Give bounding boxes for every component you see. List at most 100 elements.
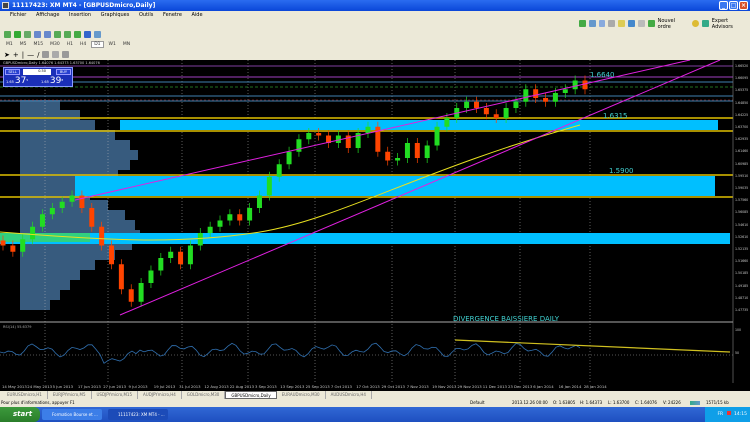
shapes-icon[interactable] [62, 51, 70, 58]
chart-tab[interactable]: EURUSDmicro,H1 [2, 391, 48, 399]
profiles-icon[interactable] [588, 20, 596, 27]
menu-affichage[interactable]: Affichage [36, 12, 60, 18]
language-indicator[interactable]: FR [717, 412, 723, 417]
price-axis[interactable]: 1.66520 1.66095 1.65375 1.64850 1.64225 1.637… [733, 60, 750, 384]
tester-icon[interactable] [628, 20, 635, 27]
task-mt4[interactable]: 11117423: XM MT4 - ... [108, 409, 168, 420]
new-order-icon [647, 20, 655, 27]
metaeditor-icon[interactable] [692, 20, 699, 27]
close-button[interactable]: × [739, 1, 748, 10]
volume-profile-bar [20, 290, 60, 300]
chart-tab[interactable]: AUDUSDmicro,H4 [326, 391, 372, 399]
chart-window[interactable]: GBPUSDmicro,Daily 1.64076 1.64373 1.6370… [0, 60, 750, 384]
options-icon[interactable] [637, 20, 645, 27]
menu-graphiques[interactable]: Graphiques [101, 12, 130, 18]
cursor-icon[interactable]: ➤ [4, 51, 10, 59]
tf-m5[interactable]: M5 [18, 42, 29, 47]
connection-icon [690, 401, 700, 405]
line-chart-icon[interactable] [24, 31, 31, 38]
candle-chart-icon[interactable] [14, 31, 21, 38]
terminal-icon[interactable] [618, 20, 626, 27]
tf-h4[interactable]: H4 [78, 42, 88, 47]
navigator-icon[interactable] [608, 20, 616, 27]
tf-mn[interactable]: MN [121, 42, 132, 47]
clock: 14:15 [734, 412, 747, 417]
price-axis-label: 1.62935 [735, 137, 749, 142]
candle [404, 143, 410, 158]
vertical-line-icon[interactable]: | [22, 51, 24, 59]
tf-h1[interactable]: H1 [65, 42, 75, 47]
tf-d1[interactable]: D1 [91, 41, 104, 48]
tf-m15[interactable]: M15 [32, 42, 46, 47]
menu-fenetre[interactable]: Fenetre [163, 12, 182, 18]
date-axis-label: 27 Jun 2013 [103, 384, 127, 389]
new-order-button[interactable]: Nouvel ordre [658, 18, 689, 30]
date-axis-label: 14 May 2013 [2, 384, 27, 389]
candle [562, 89, 568, 93]
chart-tab[interactable]: AUDJPYmicro,H4 [138, 391, 182, 399]
market-watch-icon[interactable] [598, 20, 606, 27]
text-icon[interactable] [52, 51, 60, 58]
fibo-icon[interactable] [42, 51, 50, 58]
lot-size-input[interactable]: 0.50 [23, 69, 51, 75]
support-zone [75, 176, 715, 196]
buy-price-prefix: 1.65 [41, 80, 49, 84]
price-axis-label: 1.66095 [735, 76, 749, 81]
buy-price-fraction: 8 [61, 77, 64, 82]
tf-m1[interactable]: M1 [4, 42, 15, 47]
chart-tab[interactable]: EURAUDmicro,M30 [277, 391, 326, 399]
buy-price-pips: 39 [49, 76, 62, 86]
candle [434, 126, 440, 146]
candle [118, 264, 124, 290]
menu-fichier[interactable]: Fichier [10, 12, 26, 18]
volume-profile-bar [20, 250, 115, 260]
sell-price-fraction: 5 [26, 77, 29, 82]
price-axis-label: 1.57560 [735, 198, 749, 203]
sell-price[interactable]: 1.65 375 [6, 76, 28, 86]
chart-shift-icon[interactable] [54, 31, 61, 38]
price-axis-label: 1.56085 [735, 210, 749, 215]
bar-chart-icon[interactable] [4, 31, 11, 38]
chart-tab[interactable]: GOLDmicro,M30 [182, 391, 226, 399]
candle [187, 245, 193, 265]
sell-button[interactable]: SELL [5, 69, 20, 75]
buy-button[interactable]: BUY [56, 69, 71, 75]
chart-tab[interactable]: USDJPYmicro,M15 [92, 391, 139, 399]
price-axis-label: 1.64850 [735, 100, 749, 105]
menu-insertion[interactable]: Insertion [69, 12, 91, 18]
zoom-in-icon[interactable] [34, 31, 41, 38]
zoom-out-icon[interactable] [44, 31, 51, 38]
chart-tab[interactable]: GBPUSDmicro,Daily [225, 391, 277, 399]
volume-profile-bar [20, 300, 50, 310]
task-firefox[interactable]: Formation Bourse et ... [42, 409, 102, 420]
buy-price[interactable]: 1.65 398 [41, 76, 63, 86]
periods-icon[interactable] [84, 31, 91, 38]
templates-icon[interactable] [94, 31, 101, 38]
date-axis-label: 19 Nov 2013 [432, 384, 457, 389]
price-chart[interactable] [0, 60, 750, 384]
chart-tabs: EURUSDmicro,H1 EURJPYmicro,M5 USDJPYmicro,… [0, 391, 750, 399]
tf-m30[interactable]: M30 [48, 42, 62, 47]
new-chart-icon[interactable] [579, 20, 586, 27]
trendline-icon[interactable]: / [37, 51, 39, 59]
candle [49, 208, 55, 215]
candle [79, 195, 85, 208]
chart-tab[interactable]: EURJPYmicro,M5 [48, 391, 92, 399]
expert-advisors-button[interactable]: Expert Advisors [712, 18, 750, 30]
indicators-icon[interactable] [74, 31, 81, 38]
candle [207, 226, 213, 233]
price-axis-label: 1.65375 [735, 88, 749, 93]
tf-w1[interactable]: W1 [107, 42, 118, 47]
menu-outils[interactable]: Outils [139, 12, 153, 18]
autoscroll-icon[interactable] [64, 31, 71, 38]
crosshair-icon[interactable]: + [13, 51, 19, 59]
date-axis-label: 25 Sep 2013 [305, 384, 330, 389]
minimize-button[interactable]: _ [719, 1, 728, 10]
horizontal-line-icon[interactable]: — [27, 51, 34, 59]
menu-aide[interactable]: Aide [191, 12, 202, 18]
price-axis-label: 1.63700 [735, 125, 749, 129]
maximize-button[interactable]: □ [729, 1, 738, 10]
start-button[interactable]: start [0, 407, 40, 422]
candle [256, 195, 262, 208]
candle [128, 289, 134, 302]
